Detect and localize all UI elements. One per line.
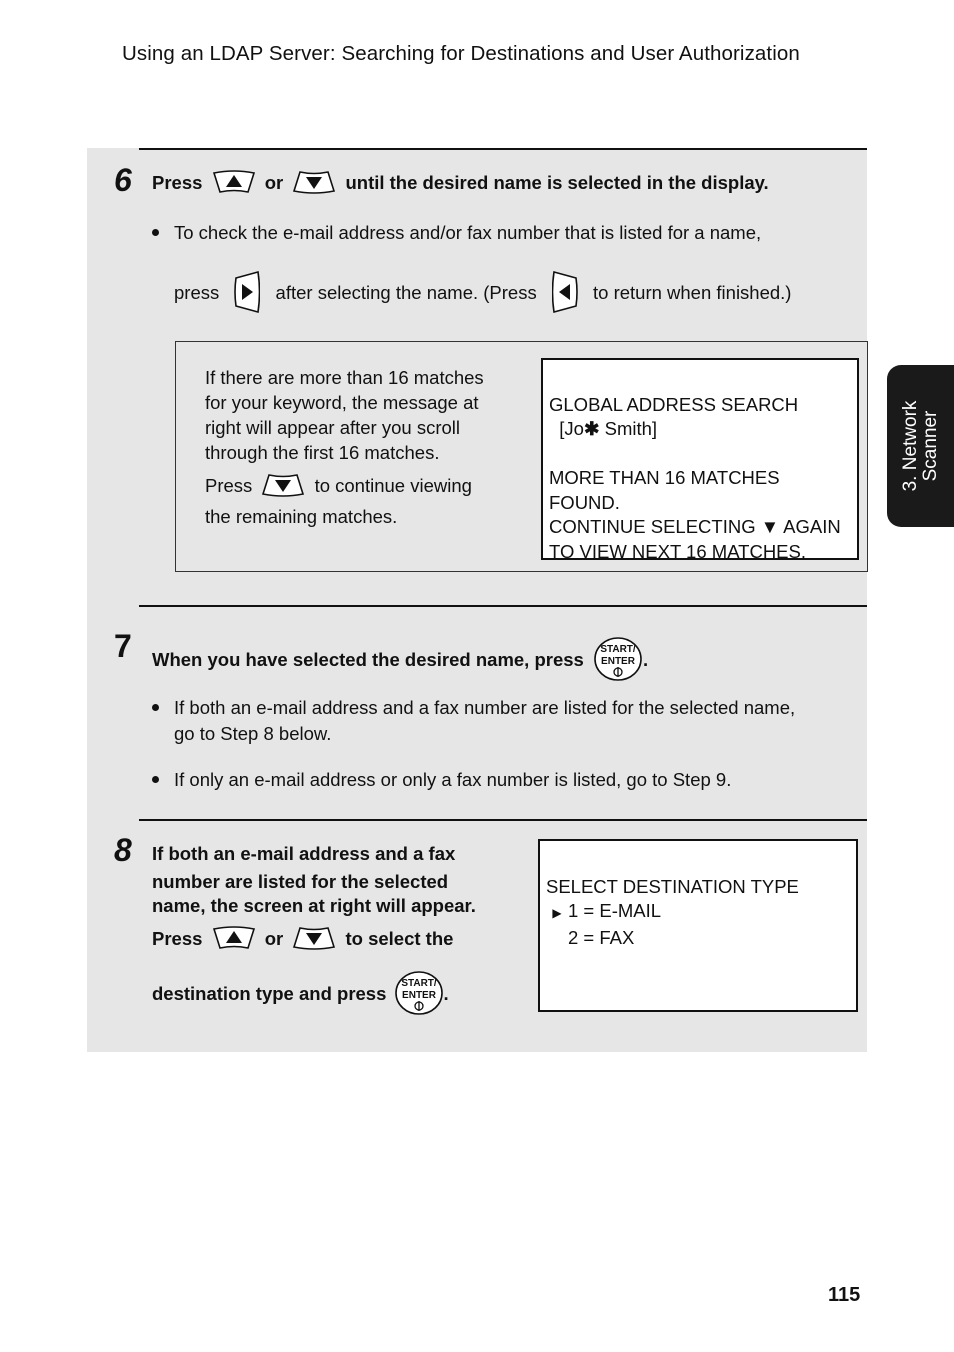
step7-bullet2-line1: If only an e-mail address or only a fax … (174, 769, 732, 790)
start-label: START/ (401, 978, 437, 989)
step6-press-text: Press (152, 172, 203, 193)
step8-divider (139, 819, 867, 821)
step8-press-line: Press or to select the (152, 926, 454, 952)
lcd-continue-text: CONTINUE SELECTING (549, 516, 761, 537)
lcd-line: FOUND. (549, 491, 620, 513)
step8-press-text: Press (152, 928, 203, 949)
chapter-tab-line1: 3. Network (899, 400, 921, 492)
page-number: 115 (828, 1284, 861, 1306)
note-line: through the first 16 matches. (205, 442, 440, 463)
down-arrow-key-icon (261, 473, 305, 497)
step8-dest-line: destination type and press START/ ENTER … (152, 971, 449, 1017)
step7-instruction: When you have selected the desired name,… (152, 637, 649, 683)
step7-divider (139, 605, 867, 607)
lcd-line: [Jo✱ Smith] (549, 417, 857, 442)
lcd-display-destination-type: SELECT DESTINATION TYPE ▶ 1 = E-MAIL 2 = FA… (538, 839, 858, 1012)
note-remaining-text: the remaining matches. (205, 506, 398, 527)
start-label: START/ (600, 644, 636, 655)
step7-instruction-text: When you have selected the desired name,… (152, 648, 584, 670)
step8-dest-text: destination type and press (152, 982, 387, 1004)
note-line: for your keyword, the message at (205, 392, 479, 413)
note-line: If there are more than 16 matches (205, 367, 484, 388)
chapter-tab-line2: Scanner (919, 410, 941, 482)
step6-bullet-line1: To check the e-mail address and/or fax n… (174, 222, 762, 243)
step7-bullet1-line2: go to Step 8 below. (174, 723, 332, 744)
lcd-again-text: AGAIN (779, 516, 841, 537)
wildcard-asterisk-icon: ✱ (583, 418, 600, 439)
left-arrow-key-icon (551, 270, 578, 314)
right-arrow-key-icon (234, 270, 261, 314)
enter-label: ENTER (402, 990, 437, 1001)
step6-instruction: Press or until the desired name is selec… (152, 170, 769, 196)
lcd-option-label: 2 = FAX (568, 926, 635, 948)
note-press-text: Press (205, 475, 253, 496)
step6-or-text: or (264, 172, 284, 193)
lcd-display-global-search: GLOBAL ADDRESS SEARCH [Jo✱ Smith] MORE T… (541, 358, 859, 562)
step6-bullet-line2: press after selecting the name. (Press t… (174, 270, 792, 316)
cursor-arrow-icon: ▶ (552, 906, 562, 920)
step8-to-select-text: to select the (345, 928, 454, 949)
lcd-keyword-prefix: [Jo (549, 418, 584, 439)
lcd-keyword-suffix: Smith] (599, 418, 658, 439)
down-triangle-icon: ▼ (760, 516, 780, 537)
note-text: If there are more than 16 matches for yo… (205, 365, 484, 465)
up-arrow-key-icon (212, 926, 256, 950)
note-continue-text: to continue viewing (314, 475, 472, 496)
down-arrow-key-icon (292, 170, 336, 194)
step8-line2: number are listed for the selected (152, 871, 449, 892)
step6-press-text-2: press (174, 281, 220, 303)
step6-end-text: to return when finished.) (593, 281, 792, 303)
up-arrow-key-icon (212, 170, 256, 194)
chapter-tab-label: 3. Network Scanner (887, 365, 954, 527)
step6-number: 6 (114, 162, 132, 198)
chapter-side-tab[interactable]: 3. Network Scanner (887, 365, 954, 527)
lcd-line: MORE THAN 16 MATCHES (549, 467, 780, 488)
enter-label: ENTER (601, 656, 636, 667)
note-line: right will appear after you scroll (205, 417, 460, 438)
step6-divider (139, 148, 867, 150)
step8-line3: name, the screen at right will appear. (152, 895, 476, 916)
lcd-line: CONTINUE SELECTING ▼ AGAIN (549, 515, 857, 540)
down-arrow-key-icon (292, 926, 336, 950)
bullet-dot (152, 704, 159, 711)
step8-line1: If both an e-mail address and a fax (152, 843, 456, 864)
step7-period: . (642, 648, 649, 670)
lcd-option-fax: 2 = FAX (546, 926, 856, 951)
step8-number: 8 (114, 832, 132, 868)
step7-bullet1-line1: If both an e-mail address and a fax numb… (174, 697, 796, 718)
start-enter-key-icon: START/ ENTER (593, 637, 643, 681)
lcd-option-email: ▶ 1 = E-MAIL (546, 899, 856, 926)
start-enter-key-icon: START/ ENTER (394, 971, 444, 1015)
lcd-option-label: 1 = E-MAIL (568, 900, 662, 921)
lcd-line: TO VIEW NEXT 16 MATCHES. (549, 540, 806, 562)
page-header-title: Using an LDAP Server: Searching for Dest… (122, 42, 800, 65)
note-press-line: Press to continue viewing (205, 473, 472, 499)
lcd-line: GLOBAL ADDRESS SEARCH (549, 393, 799, 415)
step6-middle-text: after selecting the name. (Press (275, 281, 537, 303)
step8-or-text: or (264, 928, 284, 949)
bullet-dot (152, 229, 159, 236)
lcd-title: SELECT DESTINATION TYPE (546, 875, 799, 897)
step6-rest-text: until the desired name is selected in th… (345, 172, 769, 193)
lcd-blank-line (549, 442, 857, 467)
step8-period: . (443, 982, 449, 1004)
step7-number: 7 (114, 628, 132, 664)
bullet-dot (152, 776, 159, 783)
